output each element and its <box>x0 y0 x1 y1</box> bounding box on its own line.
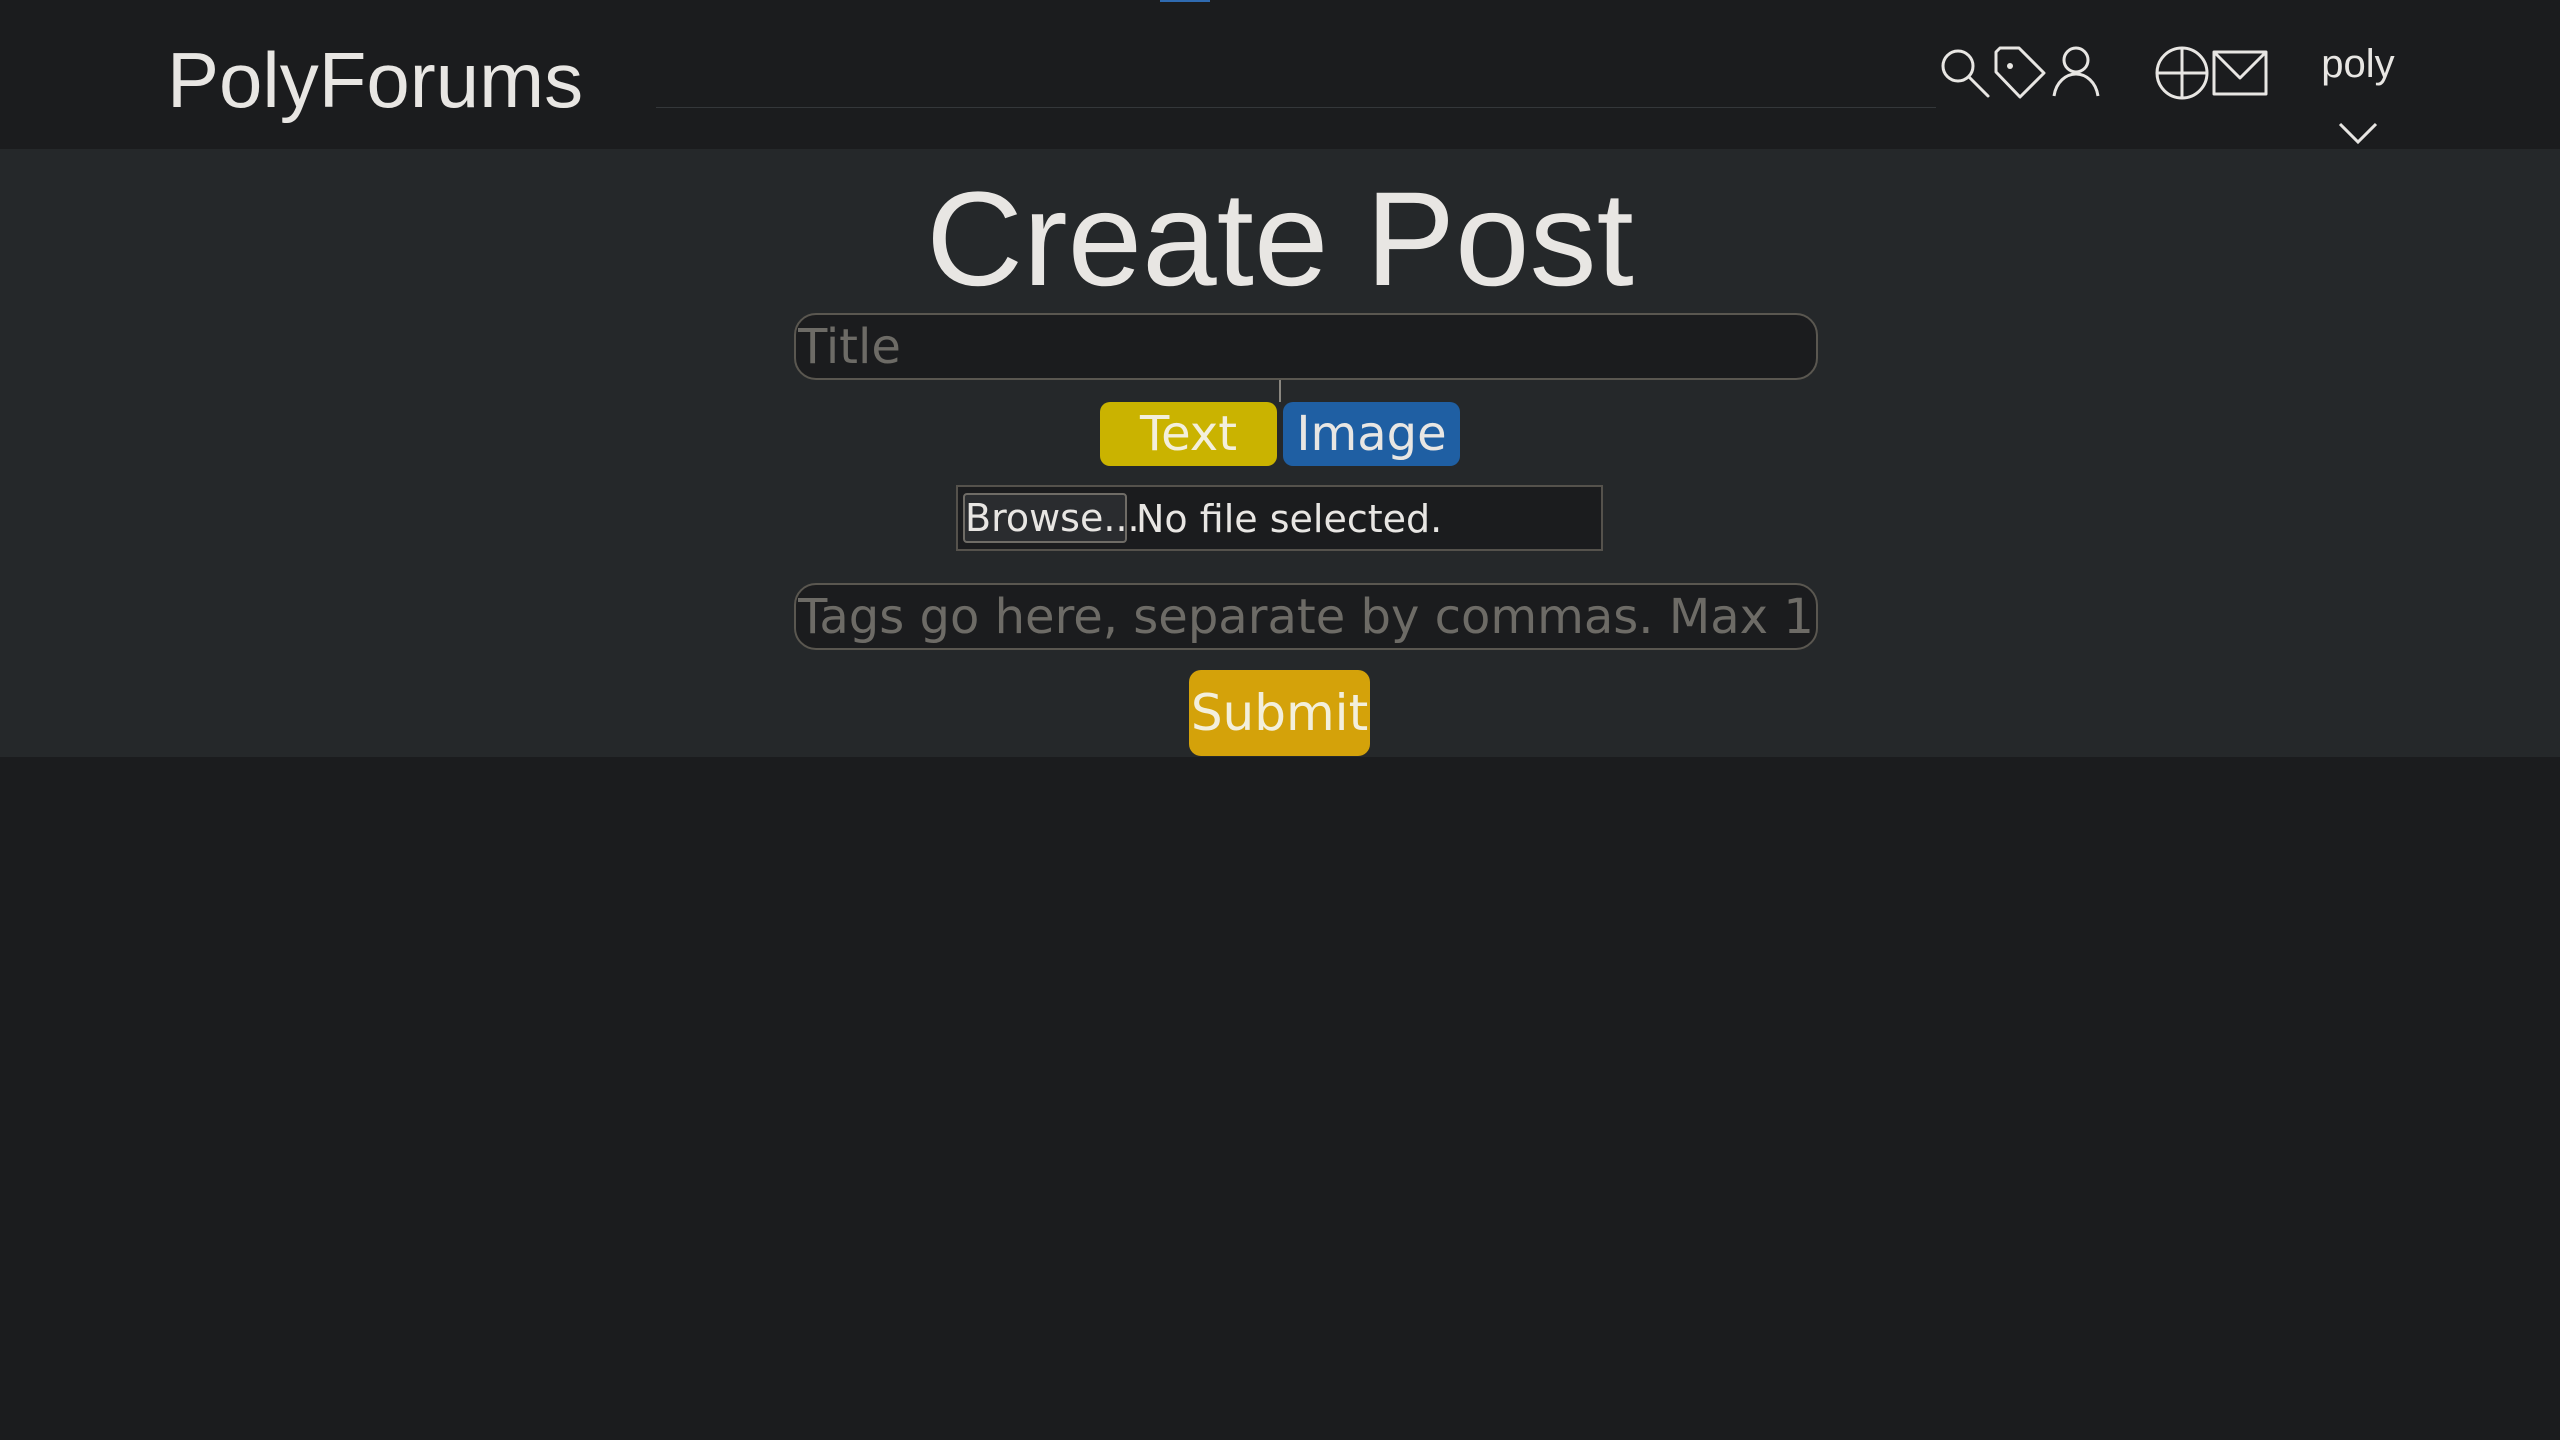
text-post-button[interactable]: Text <box>1100 402 1277 466</box>
browse-button[interactable]: Browse... <box>963 493 1140 543</box>
divider-tick <box>1279 380 1281 402</box>
username-menu[interactable]: poly <box>2300 36 2416 92</box>
chevron-down-icon[interactable] <box>2336 118 2380 148</box>
tags-input[interactable] <box>794 583 1818 650</box>
site-header: PolyForums poly <box>0 0 2560 149</box>
submit-button[interactable]: Submit <box>1189 670 1370 756</box>
top-progress-marker <box>1160 0 1210 2</box>
site-logo[interactable]: PolyForums <box>167 30 583 130</box>
search-icon[interactable] <box>1934 42 1994 102</box>
create-post-panel: Create Post Text Image Browse... No file… <box>0 149 2560 757</box>
header-divider <box>656 107 1936 108</box>
image-post-button[interactable]: Image <box>1283 402 1460 466</box>
user-icon[interactable] <box>2046 42 2106 102</box>
file-status-text: No file selected. <box>1136 497 1443 541</box>
create-post-icon[interactable] <box>2152 42 2212 102</box>
tag-icon[interactable] <box>1990 42 2050 102</box>
mail-icon[interactable] <box>2210 42 2270 102</box>
file-input[interactable]: Browse... No file selected. <box>956 485 1603 551</box>
title-input[interactable] <box>794 313 1818 380</box>
page-title: Create Post <box>926 165 1634 314</box>
